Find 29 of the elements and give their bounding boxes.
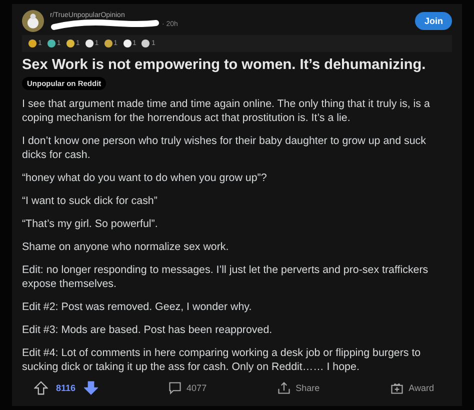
award-icon[interactable]: [122, 39, 132, 48]
body-paragraph: Edit #3: Mods are based. Post has been reapproved.: [22, 323, 274, 337]
award-button[interactable]: Award: [390, 381, 434, 395]
speech-bubble-icon: [168, 381, 182, 395]
body-paragraph: I don’t know one person who truly wishes for their baby daughter to grow up and suck dicks for cash.: [22, 134, 427, 162]
body-paragraph: Edit: no longer responding to messages. I’ll just let the perverts and pro-sex traffickers expose themselves.: [22, 263, 430, 291]
subreddit-avatar-icon[interactable]: [22, 10, 44, 32]
award-icon[interactable]: [141, 39, 150, 48]
body-paragraph: Shame on anyone who normalize sex work.: [22, 240, 230, 254]
vote-score: 8116: [56, 383, 76, 393]
share-button[interactable]: Share: [276, 381, 320, 395]
award-icon[interactable]: [104, 39, 113, 48]
body-paragraph: Edit #4: Lot of comments in here comparing working a desk job or flipping burgers to sucking dick or taking it up the ass for cash. Only on Reddit…… I hope.: [22, 346, 422, 374]
body-paragraph: “That’s my girl. So powerful”.: [22, 217, 159, 231]
post-title: Sex Work is not empowering to women. It’s dehumanizing.: [22, 57, 427, 73]
downvote-icon[interactable]: [84, 381, 98, 395]
body-paragraph: I see that argument made time and time again online. The only thing that it truly is, is a coping mechanism for the horrendous act that prostitution is. It’s a lie.: [22, 97, 431, 125]
award-icon[interactable]: [28, 39, 37, 48]
comments-button[interactable]: 4077: [168, 381, 207, 395]
award-icon[interactable]: [84, 39, 94, 48]
body-paragraph: “I want to suck dick for cash”: [22, 194, 158, 208]
body-paragraph: “honey what do you want to do when you grow up”?: [22, 171, 268, 185]
award-icon[interactable]: [46, 39, 56, 48]
body-paragraph: Edit #2: Post was removed. Geez, I wonder why.: [22, 300, 253, 314]
gift-icon: [390, 381, 404, 395]
award-icon[interactable]: [66, 39, 75, 48]
join-button[interactable]: Join: [415, 12, 452, 30]
upvote-icon[interactable]: [34, 381, 48, 395]
share-icon: [276, 381, 291, 395]
